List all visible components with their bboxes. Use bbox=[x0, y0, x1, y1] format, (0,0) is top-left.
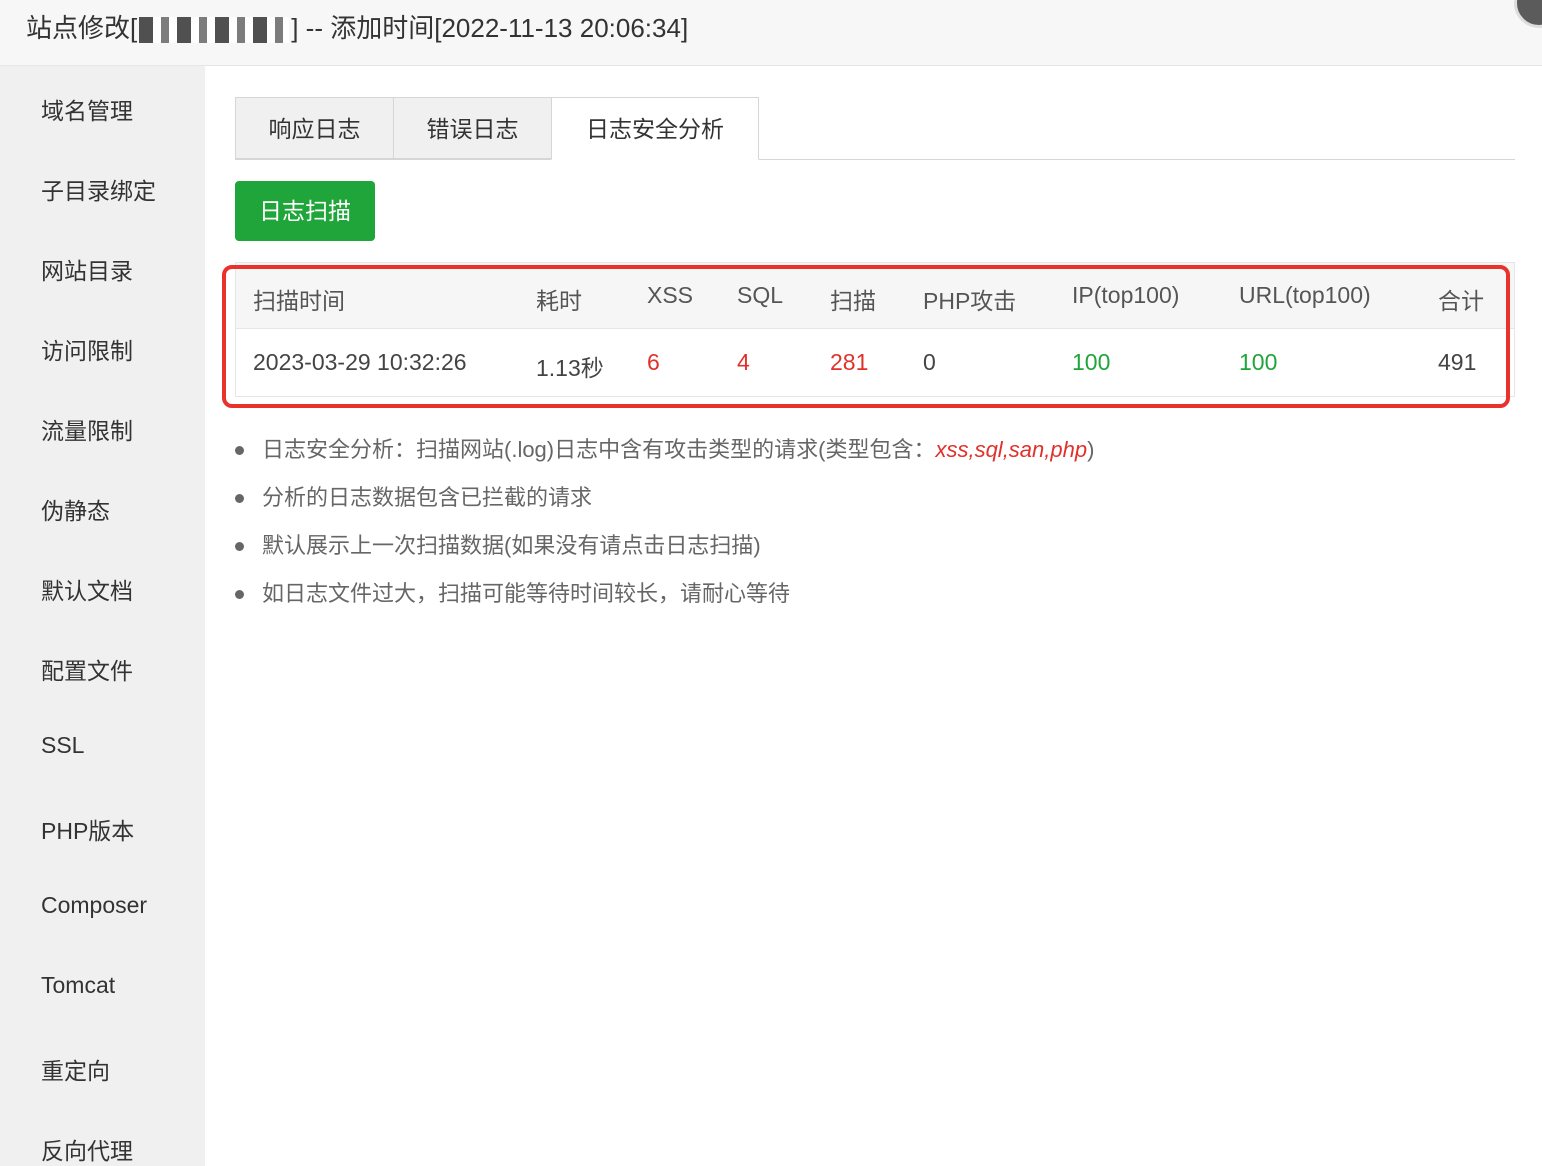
title-prefix: 站点修改[ bbox=[26, 13, 138, 43]
tip-text: 如日志文件过大，扫描可能等待时间较长，请耐心等待 bbox=[262, 581, 791, 606]
tab-error-log[interactable]: 错误日志 bbox=[393, 97, 552, 159]
sidebar-item-domain[interactable]: 域名管理 bbox=[41, 92, 133, 126]
tab-response-log[interactable]: 响应日志 bbox=[235, 97, 394, 159]
sidebar-item-rewrite[interactable]: 伪静态 bbox=[41, 492, 110, 526]
annotation-highlight-box bbox=[222, 265, 1510, 408]
bullet-icon bbox=[235, 446, 244, 455]
sidebar-item-subdir-binding[interactable]: 子目录绑定 bbox=[41, 172, 156, 206]
title-suffix: ] -- 添加时间[2022-11-13 20:06:34] bbox=[291, 13, 689, 43]
close-icon[interactable] bbox=[1514, 0, 1542, 28]
tip-text: 分析的日志数据包含已拦截的请求 bbox=[262, 485, 593, 510]
dialog-title: 站点修改[ ] -- 添加时间[2022-11-13 20:06:34] bbox=[26, 8, 688, 45]
sidebar-item-site-directory[interactable]: 网站目录 bbox=[41, 252, 133, 286]
log-scan-button[interactable]: 日志扫描 bbox=[235, 181, 375, 241]
tip-item: 日志安全分析：扫描网站(.log)日志中含有攻击类型的请求(类型包含：xss,s… bbox=[235, 429, 1515, 477]
tip-text: 默认展示上一次扫描数据(如果没有请点击日志扫描) bbox=[262, 533, 761, 558]
tip-item: 如日志文件过大，扫描可能等待时间较长，请耐心等待 bbox=[235, 573, 1515, 621]
tips-list: 日志安全分析：扫描网站(.log)日志中含有攻击类型的请求(类型包含：xss,s… bbox=[235, 429, 1515, 621]
bullet-icon bbox=[235, 542, 244, 551]
main-content: 响应日志 错误日志 日志安全分析 日志扫描 扫描时间 耗时 XSS SQL 扫描… bbox=[205, 66, 1542, 1166]
sidebar-item-config-file[interactable]: 配置文件 bbox=[41, 652, 133, 686]
tip-text: 日志安全分析：扫描网站(.log)日志中含有攻击类型的请求(类型包含： bbox=[262, 437, 936, 462]
sidebar-item-access-limit[interactable]: 访问限制 bbox=[41, 332, 133, 366]
bullet-icon bbox=[235, 590, 244, 599]
log-tabs: 响应日志 错误日志 日志安全分析 bbox=[235, 97, 1515, 160]
tip-emphasis: xss,sql,san,php bbox=[935, 437, 1088, 462]
sidebar-item-traffic-limit[interactable]: 流量限制 bbox=[41, 412, 133, 446]
tip-item: 分析的日志数据包含已拦截的请求 bbox=[235, 477, 1515, 525]
tab-log-security-analysis[interactable]: 日志安全分析 bbox=[551, 97, 759, 160]
masked-site-name bbox=[139, 17, 290, 44]
sidebar: 域名管理 子目录绑定 网站目录 访问限制 流量限制 伪静态 默认文档 配置文件 … bbox=[0, 66, 205, 1166]
tip-item: 默认展示上一次扫描数据(如果没有请点击日志扫描) bbox=[235, 525, 1515, 573]
sidebar-item-reverse-proxy[interactable]: 反向代理 bbox=[41, 1132, 133, 1166]
sidebar-item-default-doc[interactable]: 默认文档 bbox=[41, 572, 133, 606]
dialog-titlebar: 站点修改[ ] -- 添加时间[2022-11-13 20:06:34] bbox=[0, 0, 1542, 66]
sidebar-item-composer[interactable]: Composer bbox=[41, 892, 147, 919]
tip-tail: ) bbox=[1087, 437, 1095, 462]
sidebar-item-redirect[interactable]: 重定向 bbox=[41, 1052, 110, 1086]
sidebar-item-ssl[interactable]: SSL bbox=[41, 732, 84, 759]
sidebar-item-php-version[interactable]: PHP版本 bbox=[41, 812, 134, 846]
bullet-icon bbox=[235, 494, 244, 503]
sidebar-item-tomcat[interactable]: Tomcat bbox=[41, 972, 115, 999]
